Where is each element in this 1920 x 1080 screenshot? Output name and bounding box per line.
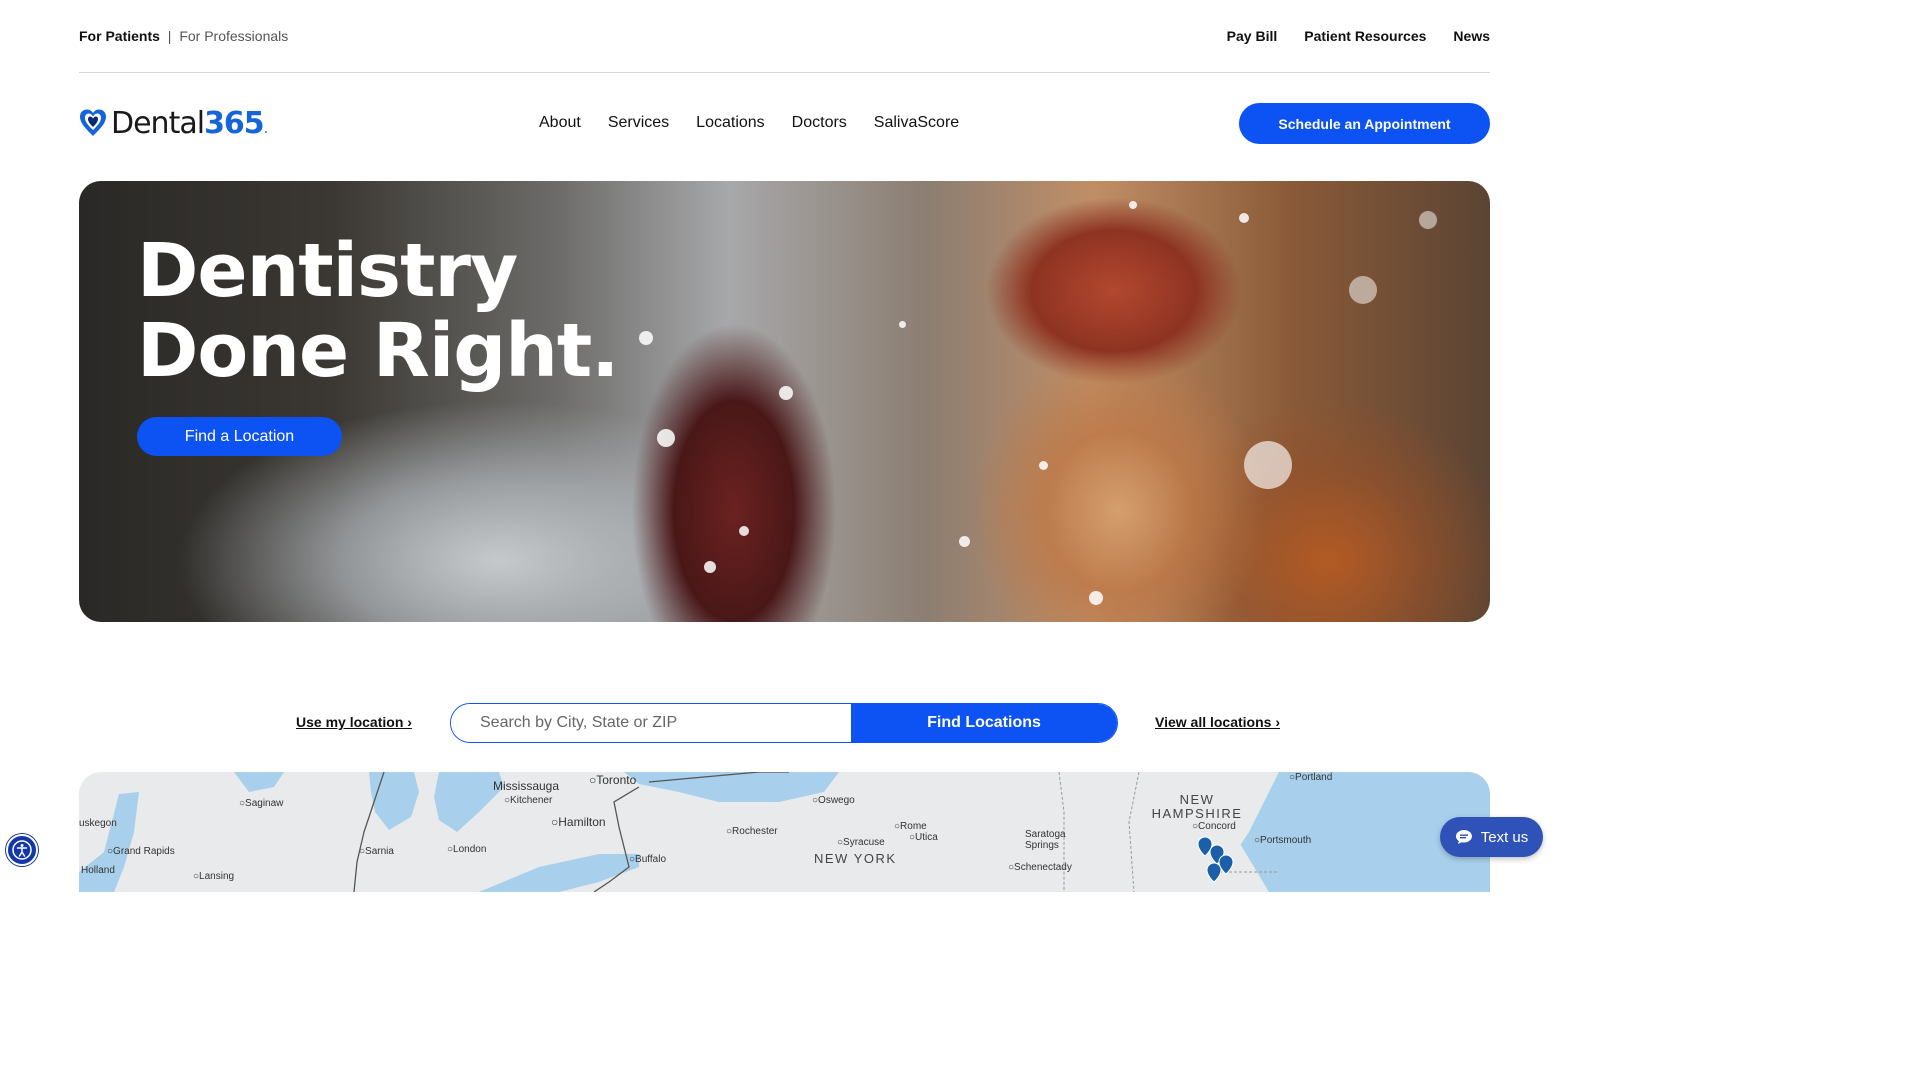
map-label: ○Kitchener — [504, 795, 553, 806]
map-label: ○Lansing — [193, 871, 235, 882]
logo-number: 365 — [204, 105, 265, 141]
map-label: ○Hamilton — [551, 815, 606, 829]
map-label: ○Rome — [894, 821, 927, 832]
text-us-button[interactable]: Text us — [1440, 817, 1543, 857]
map-label: ○Portland — [1289, 772, 1333, 783]
map-label: uskegon — [79, 818, 117, 829]
map-label: ○Buffalo — [629, 854, 666, 865]
news-link[interactable]: News — [1453, 28, 1490, 44]
location-search-input[interactable] — [451, 704, 851, 742]
logo-wordmark: Dental365. — [111, 105, 268, 141]
map-label: ○Grand Rapids — [107, 846, 175, 857]
logo-word: Dental — [111, 105, 205, 141]
map-label: ○Syracuse — [837, 837, 885, 848]
nav-salivascore[interactable]: SalivaScore — [874, 114, 959, 132]
view-all-locations-link[interactable]: View all locations › — [1155, 714, 1280, 730]
nav-doctors[interactable]: Doctors — [792, 114, 847, 132]
map-label: ○Schenectady — [1008, 862, 1072, 873]
nav-locations[interactable]: Locations — [696, 114, 765, 132]
accessibility-button[interactable] — [6, 834, 38, 866]
map-graphic — [79, 772, 1490, 892]
hero-headline: Dentistry Done Right. — [137, 228, 619, 394]
map-label: ○Toronto — [589, 773, 637, 787]
location-search-row: Use my location › Find Locations View al… — [0, 703, 1568, 743]
find-location-button[interactable]: Find a Location — [137, 417, 342, 456]
hero-headline-line2: Done Right. — [137, 308, 619, 394]
pay-bill-link[interactable]: Pay Bill — [1227, 28, 1278, 44]
location-search: Find Locations — [450, 703, 1118, 743]
nav-services[interactable]: Services — [608, 114, 669, 132]
map-label: ○London — [447, 844, 487, 855]
map-label: ○Rochester — [726, 826, 778, 837]
text-us-label: Text us — [1480, 828, 1529, 846]
for-professionals-link[interactable]: For Professionals — [179, 28, 288, 44]
logo[interactable]: Dental365. — [79, 102, 268, 144]
map-label: Holland — [81, 865, 115, 876]
patient-resources-link[interactable]: Patient Resources — [1304, 28, 1426, 44]
map-label: ○Oswego — [812, 795, 855, 806]
map-state-label: NEW HAMPSHIRE — [1151, 792, 1243, 821]
utility-links: Pay Bill Patient Resources News — [1227, 28, 1490, 44]
map-label: ○Sarnia — [359, 846, 394, 857]
main-nav: Dental365. About Services Locations Doct… — [79, 102, 1490, 144]
nav-about[interactable]: About — [539, 114, 581, 132]
map-state-label: NEW YORK — [814, 851, 897, 866]
locations-map[interactable]: Mississauga ○Toronto ○Kitchener ○Hamilto… — [79, 772, 1490, 892]
utility-bar: For Patients | For Professionals Pay Bil… — [79, 0, 1490, 73]
find-locations-button[interactable]: Find Locations — [851, 704, 1117, 742]
chat-bubble-icon — [1455, 830, 1472, 844]
map-label: Mississauga — [493, 779, 560, 793]
tooth-heart-icon — [80, 109, 106, 136]
use-my-location-link[interactable]: Use my location › — [296, 714, 412, 730]
hero-headline-line1: Dentistry — [137, 228, 518, 314]
map-label: ○Concord — [1192, 821, 1236, 832]
accessibility-icon — [12, 840, 32, 860]
map-label: ○Portsmouth — [1254, 835, 1312, 846]
audience-switch: For Patients | For Professionals — [79, 28, 288, 44]
for-patients-link[interactable]: For Patients — [79, 28, 160, 44]
audience-separator: | — [167, 28, 172, 44]
map-label: ○Utica — [909, 832, 938, 843]
schedule-appointment-button[interactable]: Schedule an Appointment — [1239, 103, 1490, 144]
hero-banner: Dentistry Done Right. Find a Location — [79, 181, 1490, 622]
map-label: Saratoga Springs — [1025, 829, 1066, 851]
map-label: ○Saginaw — [239, 798, 284, 809]
primary-links: About Services Locations Doctors SalivaS… — [539, 102, 959, 144]
